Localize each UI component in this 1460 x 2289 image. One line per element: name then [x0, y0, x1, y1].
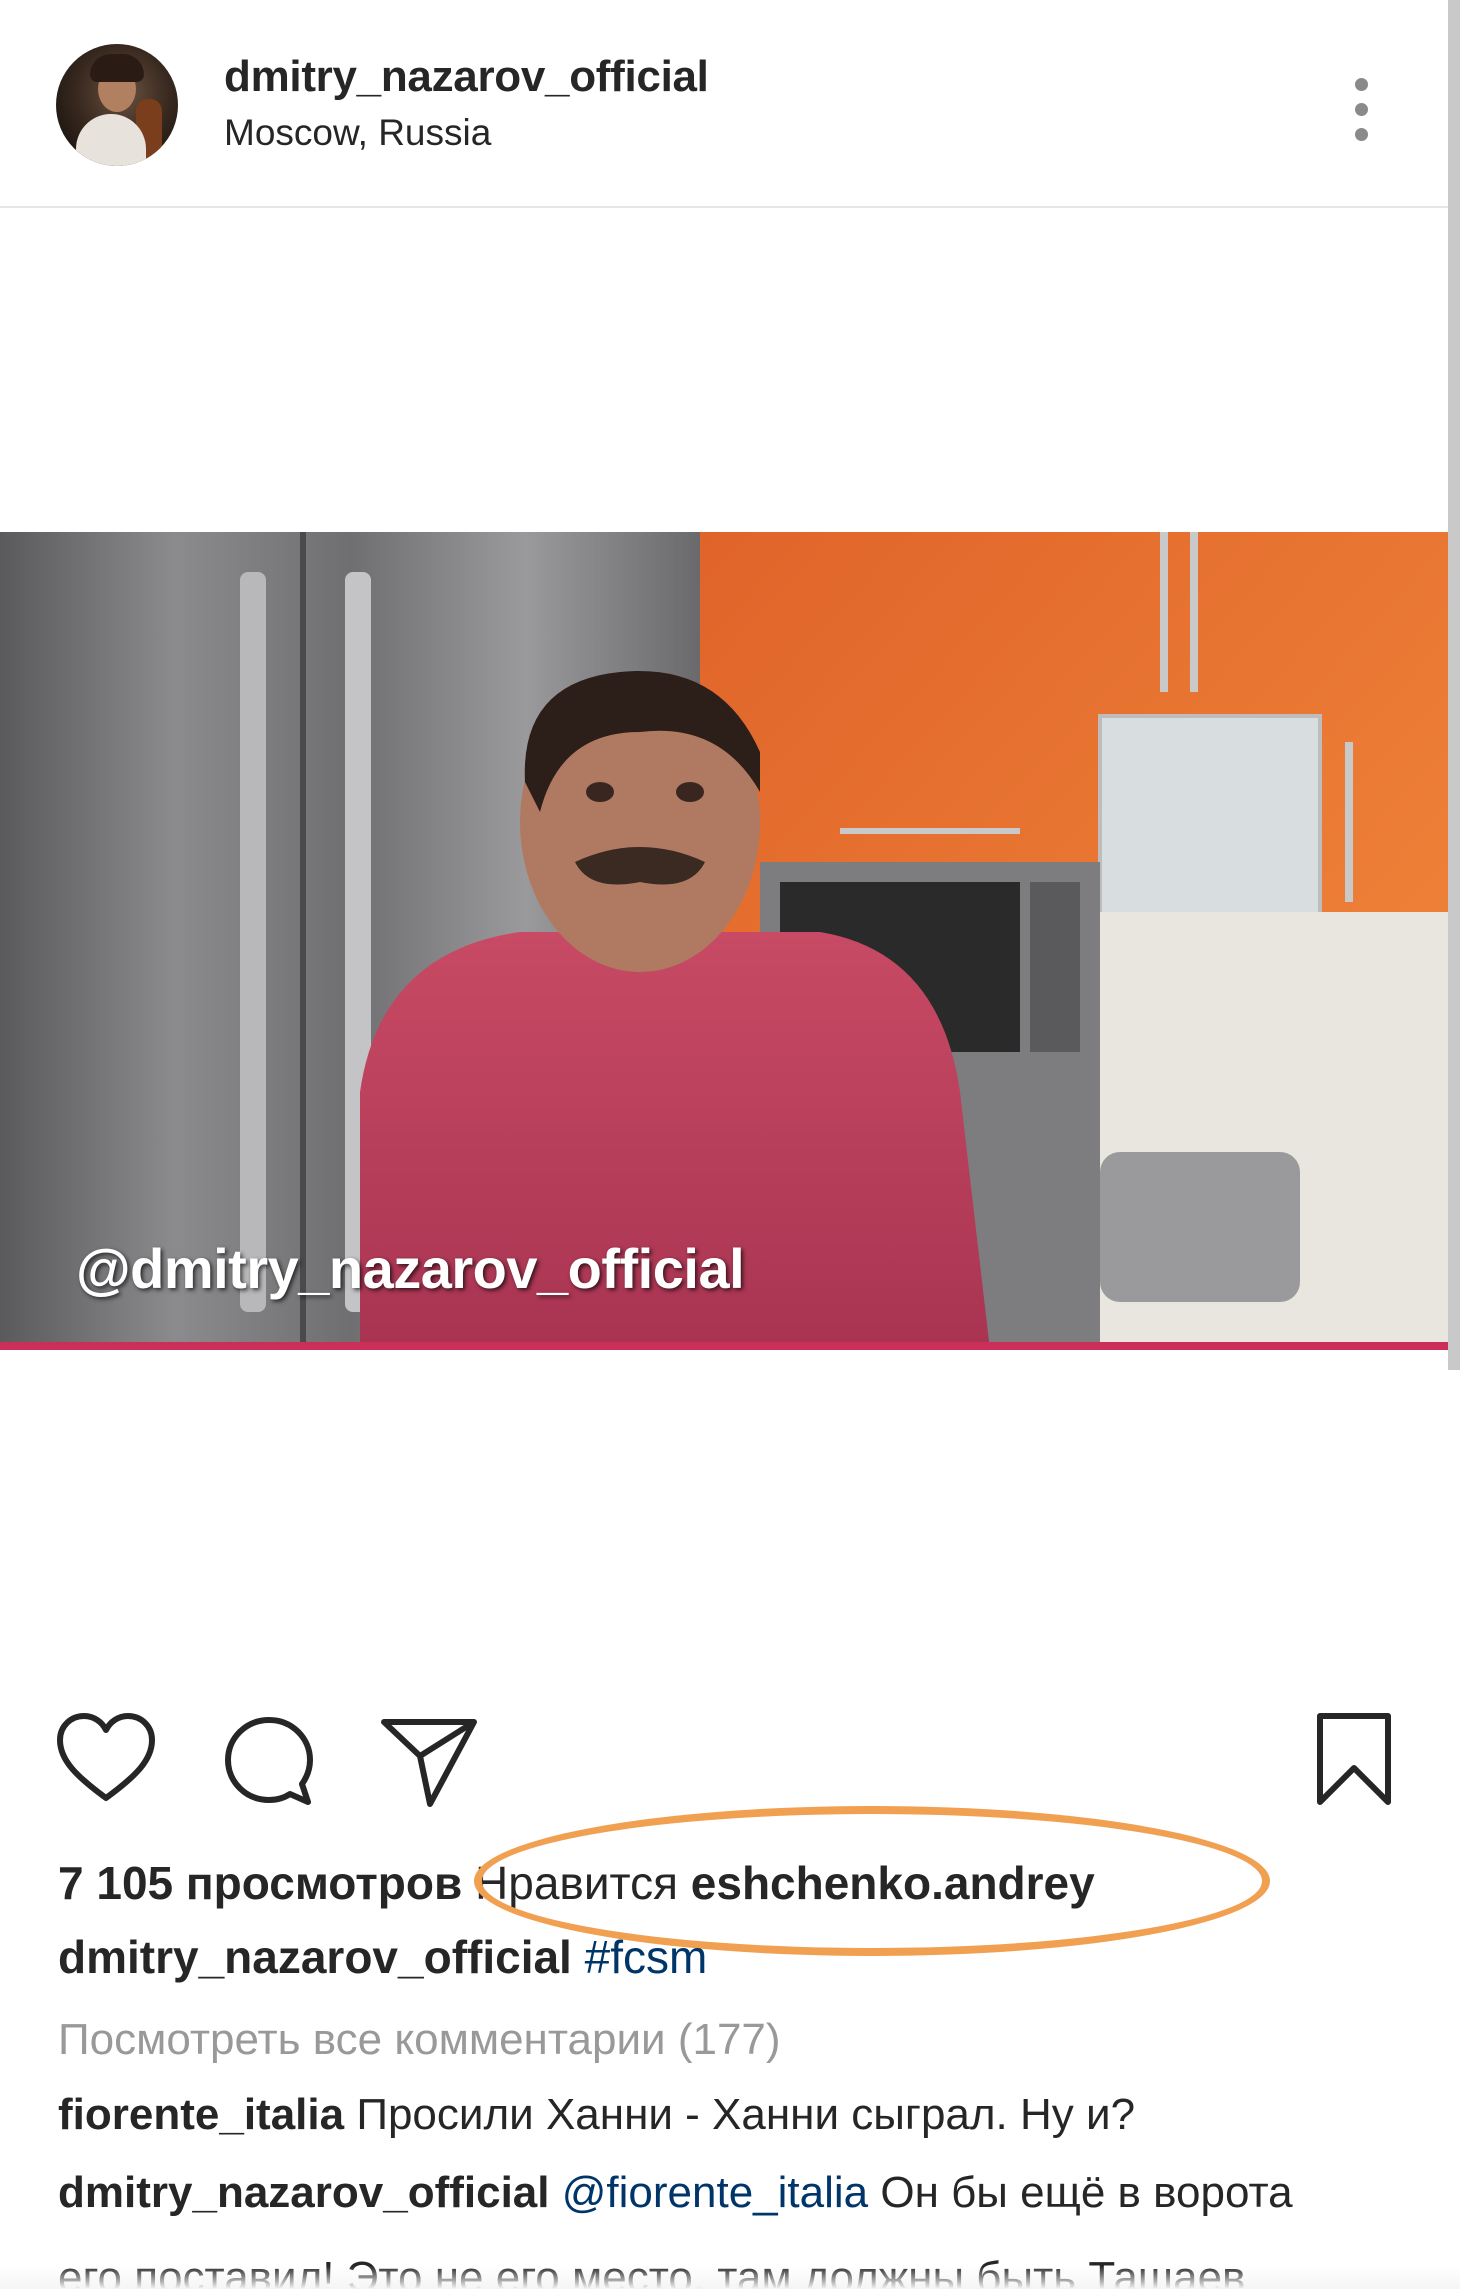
comment-mention[interactable]: @fiorente_italia	[562, 2168, 868, 2217]
bottom-fade	[0, 2266, 1460, 2289]
liked-by-user[interactable]: eshchenko.andrey	[691, 1857, 1095, 1909]
comment-author[interactable]: fiorente_italia	[58, 2090, 344, 2139]
post-actions	[0, 1700, 1460, 1820]
share-icon[interactable]	[380, 1716, 478, 1808]
post-username[interactable]: dmitry_nazarov_official	[224, 52, 709, 102]
comment-item: fiorente_italia Просили Ханни - Ханни сы…	[58, 2090, 1135, 2140]
avatar-hair-shape	[90, 54, 144, 82]
comment-text: Он бы ещё в ворота	[880, 2168, 1293, 2217]
avatar[interactable]	[56, 44, 178, 166]
video-still	[0, 532, 1448, 1350]
more-options-icon[interactable]	[1344, 70, 1380, 150]
post-header: dmitry_nazarov_official Moscow, Russia	[0, 0, 1460, 208]
bookmark-icon[interactable]	[1314, 1710, 1394, 1808]
post-location[interactable]: Moscow, Russia	[224, 112, 491, 154]
views-count[interactable]: 7 105 просмотров	[58, 1857, 462, 1909]
post-video[interactable]: @dmitry_nazarov_official	[0, 532, 1448, 1350]
comment-icon[interactable]	[222, 1714, 316, 1808]
comment-text: Просили Ханни - Ханни сыграл. Ну и?	[356, 2090, 1136, 2139]
heart-icon[interactable]	[56, 1712, 156, 1804]
caption-author[interactable]: dmitry_nazarov_official	[58, 1931, 572, 1983]
views-and-likes-line: 7 105 просмотров Нравится eshchenko.andr…	[58, 1856, 1095, 1910]
video-watermark: @dmitry_nazarov_official	[76, 1237, 745, 1300]
liked-by-prefix: Нравится	[475, 1857, 678, 1909]
post-caption: dmitry_nazarov_official #fcsm	[58, 1930, 707, 1984]
caption-hashtag[interactable]: #fcsm	[585, 1931, 708, 1983]
comment-author[interactable]: dmitry_nazarov_official	[58, 2168, 550, 2217]
scrollbar[interactable]	[1448, 0, 1460, 1370]
comment-item: dmitry_nazarov_official @fiorente_italia…	[58, 2168, 1293, 2218]
view-all-comments-link[interactable]: Посмотреть все комментарии (177)	[58, 2015, 781, 2065]
